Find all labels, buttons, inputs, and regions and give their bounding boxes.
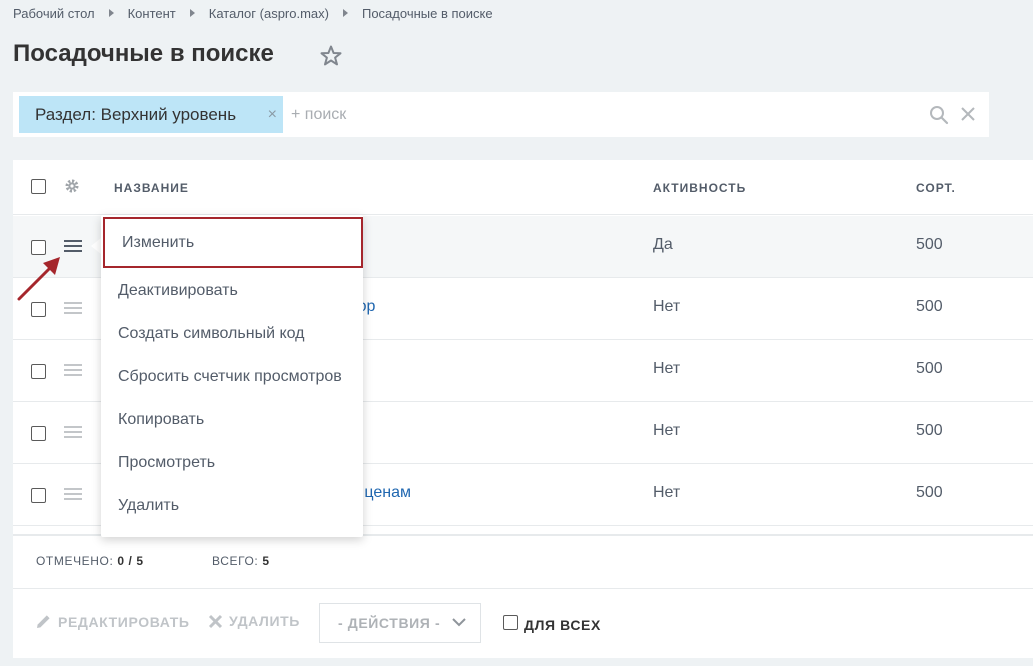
column-header-name[interactable]: НАЗВАНИЕ [114,181,189,195]
filter-tag[interactable]: Раздел: Верхний уровень × [19,96,283,133]
row-menu-icon[interactable] [64,488,82,502]
selected-label: ОТМЕЧЕНО: [36,554,114,568]
for-all-label: ДЛЯ ВСЕХ [524,617,601,633]
row-active: Нет [653,484,681,501]
search-icon[interactable] [929,105,949,125]
row-checkbox[interactable] [31,364,46,379]
row-menu-icon[interactable] [64,364,82,378]
gear-icon[interactable] [64,178,80,194]
annotation-arrow-icon [17,257,60,301]
close-icon[interactable] [959,105,977,123]
context-menu-pointer [91,238,101,254]
filter-bar: Раздел: Верхний уровень × [13,92,989,137]
delete-button[interactable]: УДАЛИТЬ [208,613,300,629]
edit-button-label: РЕДАКТИРОВАТЬ [58,613,190,630]
chevron-down-icon [452,618,466,627]
for-all-checkbox[interactable] [503,615,518,630]
close-icon [208,614,223,628]
grid-header: НАЗВАНИЕ АКТИВНОСТЬ СОРТ. [13,160,1033,215]
row-menu-icon[interactable] [64,426,82,440]
row-active: Нет [653,298,681,315]
row-sort: 500 [916,360,943,377]
row-active: Нет [653,422,681,439]
column-header-sort[interactable]: СОРТ. [916,181,956,195]
action-panel: РЕДАКТИРОВАТЬ УДАЛИТЬ - ДЕЙСТВИЯ - ДЛЯ В… [13,588,1033,658]
breadcrumb-catalog[interactable]: Каталог (aspro.max) [209,6,329,21]
row-sort: 500 [916,236,943,253]
selected-value: 0 / 5 [117,554,144,568]
menu-item-reset-views[interactable]: Сбросить счетчик просмотров [101,357,363,397]
row-checkbox[interactable] [31,426,46,441]
menu-item-delete[interactable]: Удалить [101,486,363,526]
search-input[interactable] [291,100,891,129]
breadcrumb: Рабочий стол Контент Каталог (aspro.max)… [13,5,493,21]
menu-item-edit[interactable]: Изменить [103,217,363,268]
context-menu: Изменить Деактивировать Создать символьн… [101,215,363,537]
breadcrumb-content[interactable]: Контент [128,6,176,21]
menu-item-view[interactable]: Просмотреть [101,443,363,483]
page-title: Посадочные в поиске [13,40,274,67]
filter-tag-label: Раздел: Верхний уровень [35,104,237,124]
actions-select[interactable]: - ДЕЙСТВИЯ - [319,603,481,643]
edit-button[interactable]: РЕДАКТИРОВАТЬ [35,613,190,630]
column-header-active[interactable]: АКТИВНОСТЬ [653,181,746,195]
total-value: 5 [262,554,270,568]
menu-item-copy[interactable]: Копировать [101,400,363,440]
menu-item-deactivate[interactable]: Деактивировать [101,271,363,311]
row-active: Нет [653,360,681,377]
row-sort: 500 [916,422,943,439]
breadcrumb-separator-icon [342,9,348,17]
total-count: ВСЕГО: 5 [212,554,270,568]
row-menu-icon[interactable] [64,240,82,254]
filter-tag-close-icon[interactable]: × [268,107,277,123]
row-checkbox[interactable] [31,488,46,503]
row-sort: 500 [916,484,943,501]
actions-select-value: - ДЕЙСТВИЯ - [338,615,441,631]
breadcrumb-separator-icon [189,9,195,17]
row-sort: 500 [916,298,943,315]
total-label: ВСЕГО: [212,554,259,568]
row-menu-icon[interactable] [64,302,82,316]
menu-item-create-code[interactable]: Создать символьный код [101,314,363,354]
breadcrumb-current[interactable]: Посадочные в поиске [362,6,493,21]
grid-footer: ОТМЕЧЕНО: 0 / 5 ВСЕГО: 5 [13,534,1033,588]
breadcrumb-separator-icon [108,9,114,17]
selected-count: ОТМЕЧЕНО: 0 / 5 [36,554,144,568]
star-icon[interactable] [319,44,343,68]
select-all-checkbox[interactable] [31,179,46,194]
breadcrumb-desktop[interactable]: Рабочий стол [13,6,95,21]
pencil-icon [37,615,50,628]
delete-button-label: УДАЛИТЬ [229,613,300,629]
row-active: Да [653,236,673,253]
